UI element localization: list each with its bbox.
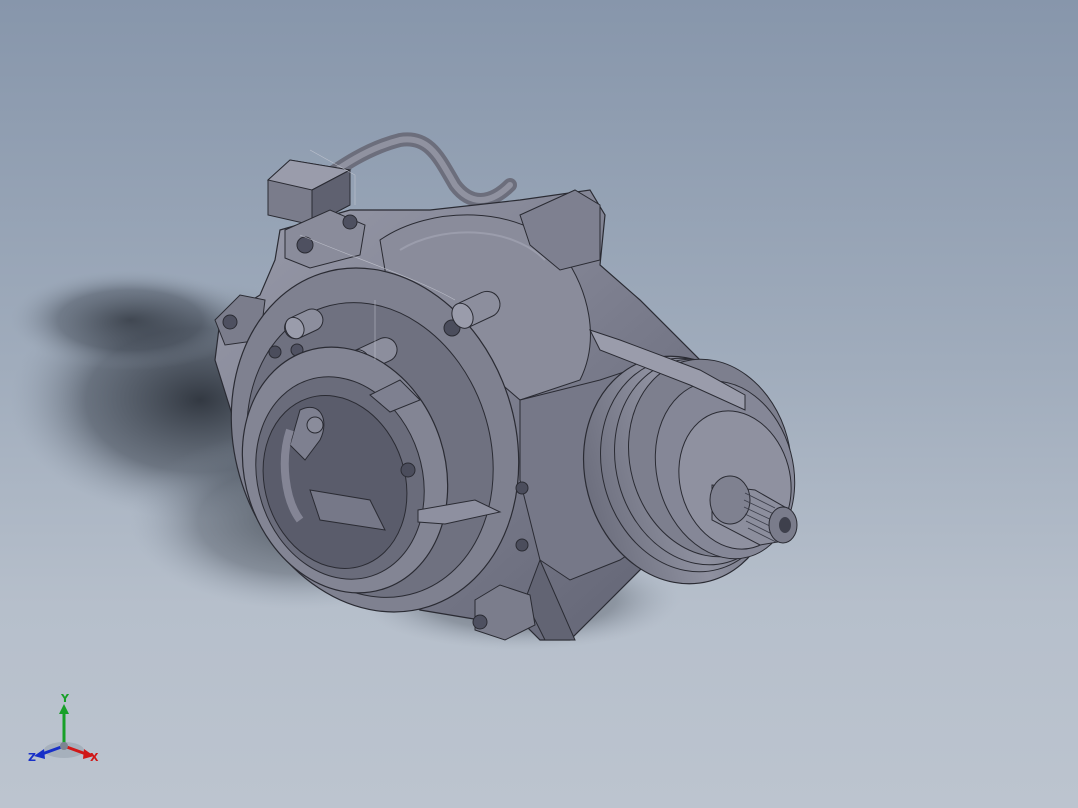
triad-origin	[60, 742, 68, 750]
model-3d-view[interactable]	[0, 0, 1078, 808]
reference-triad[interactable]: Y X Z	[22, 692, 106, 772]
graphics-viewport[interactable]: Y X Z	[0, 0, 1078, 808]
y-axis-label: Y	[60, 692, 70, 705]
x-axis-label: X	[90, 751, 99, 764]
z-axis-label: Z	[28, 751, 36, 764]
y-axis-arrow	[59, 704, 69, 746]
